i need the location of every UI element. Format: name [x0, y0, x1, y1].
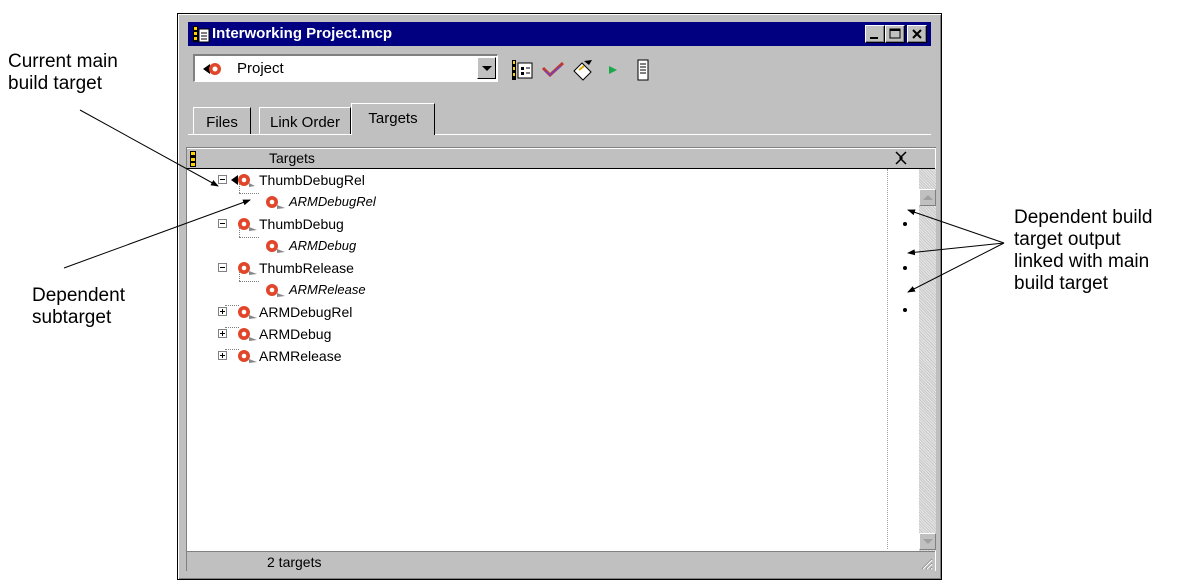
- annotation-dependent-output: Dependent build target output linked wit…: [1014, 207, 1153, 294]
- target-label: ARMRelease: [259, 348, 342, 364]
- subtarget-label: ARMDebugRel: [289, 194, 376, 209]
- target-icon: [266, 240, 285, 253]
- tree-row-thumbdebug[interactable]: ThumbDebug: [187, 213, 887, 235]
- link-indicator[interactable]: [903, 308, 907, 312]
- tree-row-armdebugrel[interactable]: ARMDebugRel: [187, 301, 887, 323]
- tab-files[interactable]: Files: [193, 107, 251, 135]
- file-stripe-icon: [190, 151, 196, 167]
- tree-row-armdebug-sub[interactable]: ARMDebug: [187, 235, 887, 257]
- status-bar: 2 targets: [187, 551, 935, 572]
- scroll-down-button[interactable]: [919, 533, 936, 550]
- arrow-up-icon: [923, 195, 933, 200]
- tree-row-thumbrelease[interactable]: ThumbRelease: [187, 257, 887, 279]
- target-icon: [238, 218, 257, 231]
- target-icon: [238, 262, 257, 275]
- tab-link-order[interactable]: Link Order: [259, 107, 351, 135]
- annotation-dependent-subtarget: Dependent subtarget: [32, 285, 125, 328]
- subtarget-label: ARMRelease: [289, 282, 366, 297]
- minimize-button[interactable]: [865, 25, 885, 43]
- window-title: Interworking Project.mcp: [212, 25, 393, 42]
- link-indicator[interactable]: [903, 266, 907, 270]
- tree-row-thumbdebugrel[interactable]: ThumbDebugRel: [187, 169, 887, 191]
- targets-tree: ThumbDebugRel ARMDebugRel ThumbDebug ARM…: [187, 169, 887, 549]
- target-dropdown[interactable]: Project: [193, 54, 498, 82]
- title-bar[interactable]: Interworking Project.mcp: [188, 22, 931, 46]
- maximize-icon: [889, 28, 901, 39]
- target-label: ThumbDebugRel: [259, 172, 365, 188]
- debug-icon[interactable]: [631, 58, 655, 82]
- tree-row-armrelease[interactable]: ARMRelease: [187, 345, 887, 367]
- annotation-current-main-target: Current main build target: [8, 51, 118, 94]
- target-icon: [238, 328, 257, 341]
- target-label: ThumbRelease: [259, 260, 354, 276]
- target-settings-icon[interactable]: [511, 58, 535, 82]
- tree-row-armdebugrel-sub[interactable]: ARMDebugRel: [187, 191, 887, 213]
- check-syntax-icon[interactable]: [541, 58, 565, 82]
- chevron-down-icon[interactable]: [477, 57, 496, 79]
- target-label: ARMDebugRel: [259, 304, 353, 320]
- resize-grip-icon[interactable]: [919, 556, 933, 570]
- project-window: Interworking Project.mcp Project Files L…: [177, 13, 942, 580]
- tree-row-armdebug[interactable]: ARMDebug: [187, 323, 887, 345]
- tab-strip: Files Link Order Targets: [188, 99, 931, 135]
- link-column-icon[interactable]: [893, 150, 909, 166]
- toolbar: Project: [188, 52, 931, 92]
- tab-targets[interactable]: Targets: [351, 103, 435, 135]
- minimize-icon: [870, 37, 878, 39]
- target-icon: [238, 306, 257, 319]
- vertical-scrollbar[interactable]: [919, 169, 936, 551]
- target-dropdown-value: Project: [237, 60, 284, 77]
- targets-panel: Targets ThumbDebugRel ARMDebugRel ThumbD…: [186, 147, 936, 572]
- collapse-toggle[interactable]: [218, 175, 227, 184]
- expand-toggle[interactable]: [218, 307, 227, 316]
- collapse-toggle[interactable]: [218, 263, 227, 272]
- target-label: ThumbDebug: [259, 216, 344, 232]
- close-icon: [912, 29, 922, 39]
- maximize-button[interactable]: [885, 25, 905, 43]
- run-icon[interactable]: [601, 58, 625, 82]
- build-target-icon: [203, 63, 221, 75]
- subtarget-label: ARMDebug: [289, 238, 357, 253]
- make-icon[interactable]: [571, 58, 595, 82]
- column-header-title[interactable]: Targets: [269, 150, 315, 166]
- link-indicator[interactable]: [903, 222, 907, 226]
- expand-toggle[interactable]: [218, 329, 227, 338]
- current-build-target-icon: [231, 174, 255, 187]
- target-icon: [266, 196, 285, 209]
- scroll-up-button[interactable]: [919, 189, 936, 206]
- target-label: ARMDebug: [259, 326, 332, 342]
- link-column-separator: [887, 169, 889, 549]
- target-icon: [238, 350, 257, 363]
- project-file-icon: [193, 26, 210, 43]
- target-icon: [266, 284, 285, 297]
- close-button[interactable]: [907, 25, 927, 43]
- collapse-toggle[interactable]: [218, 219, 227, 228]
- tab-baseline: [188, 134, 931, 135]
- arrow-down-icon: [923, 539, 933, 544]
- column-header: Targets: [187, 148, 935, 169]
- tree-row-armrelease-sub[interactable]: ARMRelease: [187, 279, 887, 301]
- status-text: 2 targets: [267, 554, 322, 570]
- expand-toggle[interactable]: [218, 351, 227, 360]
